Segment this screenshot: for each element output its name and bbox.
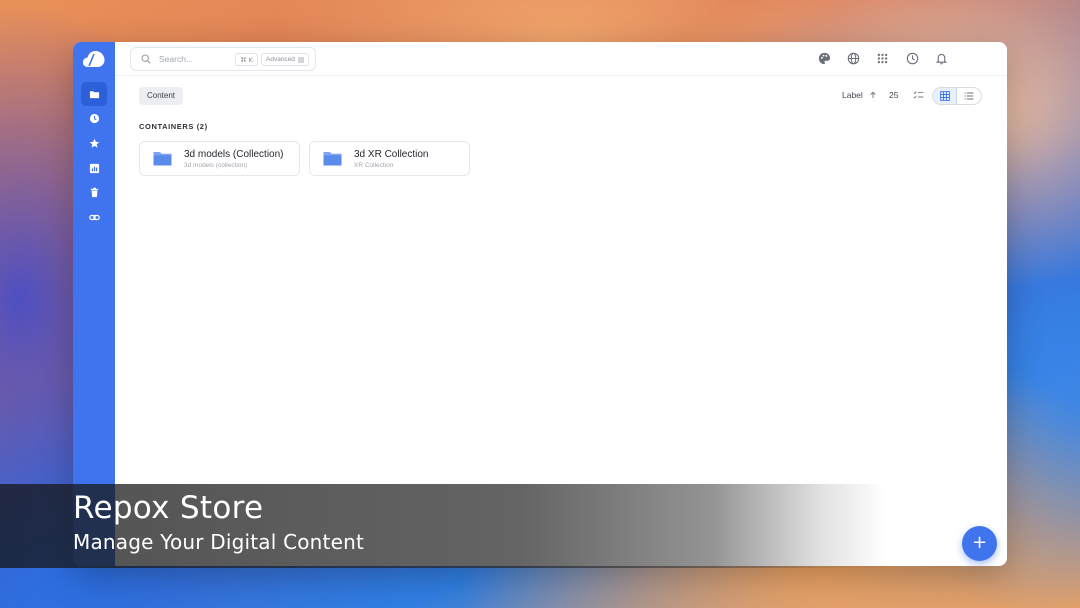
bell-icon — [935, 53, 948, 65]
list-view-icon — [964, 92, 974, 100]
folder-icon — [89, 90, 99, 98]
folder-icon — [153, 152, 172, 166]
clock-icon — [89, 113, 99, 123]
search-box[interactable]: Search... ⌘ K Advanced — [130, 47, 316, 71]
apps-grid-icon — [877, 53, 888, 64]
history-button[interactable] — [905, 51, 920, 66]
container-name: 3d models (Collection) — [184, 149, 284, 160]
palette-icon — [818, 52, 831, 65]
advanced-search-button[interactable]: Advanced — [261, 53, 309, 66]
search-shortcut-hint: ⌘ K — [235, 53, 258, 66]
search-input[interactable]: Search... — [159, 54, 193, 64]
sidebar-item-content[interactable] — [81, 82, 107, 106]
search-icon — [141, 54, 151, 64]
list-view-button[interactable] — [957, 88, 981, 104]
globe-icon — [847, 52, 860, 65]
advanced-search-label: Advanced — [266, 55, 295, 63]
filter-list-icon — [297, 57, 304, 62]
notifications-button[interactable] — [934, 51, 949, 66]
history-icon — [906, 52, 919, 65]
apps-button[interactable] — [875, 51, 890, 66]
container-subtitle: XR Collection — [354, 162, 394, 169]
overlay-subtitle: Manage Your Digital Content — [73, 530, 365, 554]
sidebar-item-links[interactable] — [81, 205, 107, 229]
cloud-logo-icon[interactable] — [81, 48, 107, 70]
overlay-title: Repox Store — [73, 490, 264, 526]
select-checklist-icon[interactable] — [913, 90, 924, 100]
sidebar-item-reports[interactable] — [81, 156, 107, 180]
container-card[interactable]: 3d XR Collection XR Collection — [309, 141, 470, 176]
grid-view-icon — [939, 91, 950, 101]
trash-icon — [90, 187, 98, 197]
containers-heading: CONTAINERS (2) — [139, 122, 208, 131]
folder-icon — [323, 152, 342, 166]
arrow-up-icon[interactable] — [869, 91, 877, 99]
language-button[interactable] — [846, 51, 861, 66]
view-mode-toggle — [932, 87, 982, 105]
container-subtitle: 3d models (collection) — [184, 162, 248, 169]
star-icon — [89, 138, 99, 148]
sidebar-item-recent[interactable] — [81, 106, 107, 130]
grid-view-button[interactable] — [933, 88, 958, 104]
link-icon — [88, 214, 100, 220]
top-bar: Search... ⌘ K Advanced — [115, 42, 1007, 76]
chart-icon — [89, 163, 99, 173]
container-card[interactable]: 3d models (Collection) 3d models (collec… — [139, 141, 300, 176]
container-name: 3d XR Collection — [354, 149, 429, 160]
palette-button[interactable] — [817, 51, 832, 66]
sidebar-item-favorites[interactable] — [81, 131, 107, 155]
sort-field-button[interactable]: Label — [842, 90, 863, 100]
breadcrumb-content[interactable]: Content — [139, 87, 184, 105]
page-size-select[interactable]: 25 — [889, 90, 898, 100]
sidebar-item-trash[interactable] — [81, 180, 107, 204]
